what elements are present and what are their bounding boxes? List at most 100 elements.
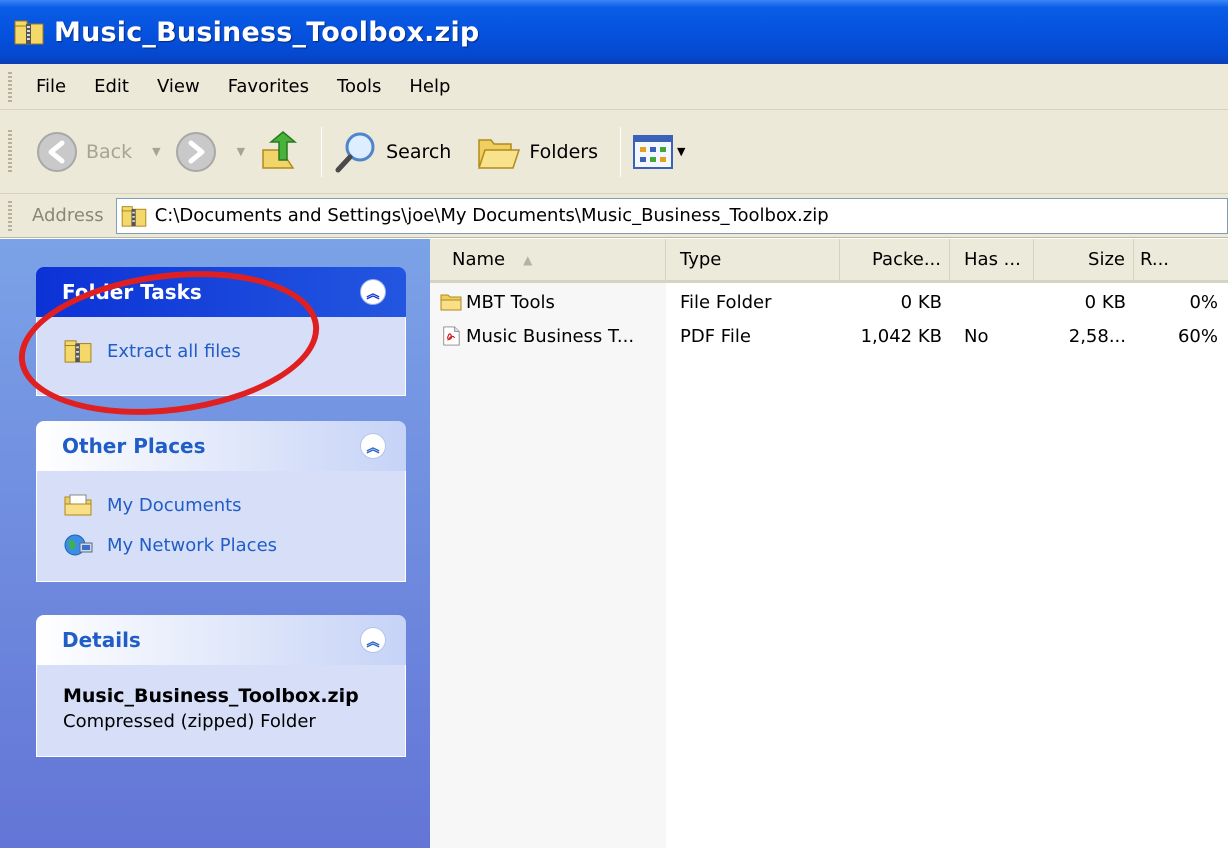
collapse-chevron-icon[interactable]: ︽ — [360, 627, 386, 653]
address-label: Address — [32, 205, 104, 226]
file-packed-cell: 0 KB — [900, 291, 942, 313]
up-folder-icon — [262, 130, 298, 169]
toolbar-separator — [321, 126, 323, 177]
my-documents-label: My Documents — [107, 494, 242, 516]
window-title: Music_Business_Toolbox.zip — [54, 16, 480, 48]
column-header-ratio[interactable]: R... — [1134, 239, 1228, 280]
details-title: Details — [62, 628, 141, 652]
views-button[interactable]: ▼ — [632, 134, 699, 169]
collapse-chevron-icon[interactable]: ︽ — [360, 279, 386, 305]
column-size-label: Size — [1088, 249, 1125, 270]
folders-label: Folders — [529, 140, 598, 163]
details-header[interactable]: Details ︽ — [36, 615, 406, 665]
forward-button[interactable] — [175, 131, 217, 173]
my-network-places-label: My Network Places — [107, 534, 278, 556]
my-documents-link[interactable]: My Documents — [63, 485, 405, 525]
file-row[interactable]: Music Business T... PDF File 1,042 KB No… — [430, 321, 1228, 351]
column-has-label: Has ... — [964, 249, 1021, 270]
task-pane: Folder Tasks ︽ Extract all files Other P… — [0, 239, 430, 848]
extract-all-files-link[interactable]: Extract all files — [63, 331, 405, 371]
column-header-row: Name ▲ Type Packe... Has ... Size R... — [430, 239, 1228, 283]
folder-tasks-title: Folder Tasks — [62, 280, 202, 304]
address-path: C:\Documents and Settings\joe\My Documen… — [154, 205, 829, 226]
file-type-cell: PDF File — [680, 325, 751, 347]
column-packed-label: Packe... — [872, 249, 941, 270]
file-ratio-cell: 60% — [1177, 325, 1218, 347]
my-documents-icon — [64, 494, 92, 516]
file-ratio-cell: 0% — [1189, 291, 1218, 313]
name-column-background — [430, 283, 666, 848]
title-bar[interactable]: Music_Business_Toolbox.zip — [0, 0, 1228, 64]
file-size-cell: 2,58... — [1068, 325, 1126, 347]
details-file-name: Music_Business_Toolbox.zip — [63, 685, 359, 707]
file-name: Music Business T... — [466, 325, 635, 347]
folder-icon — [440, 294, 462, 311]
column-header-packed[interactable]: Packe... — [840, 239, 950, 280]
menu-view[interactable]: View — [157, 76, 200, 97]
toolbar-grip[interactable] — [8, 130, 12, 174]
menu-help[interactable]: Help — [409, 76, 450, 97]
column-type-label: Type — [680, 249, 722, 270]
menu-file[interactable]: File — [36, 76, 66, 97]
file-name-cell: MBT Tools — [430, 287, 666, 317]
details-body: Music_Business_Toolbox.zip Compressed (z… — [36, 665, 406, 757]
other-places-body: My Documents My Network Places — [36, 471, 406, 582]
toolbar-separator — [619, 126, 621, 177]
column-ratio-label: R... — [1140, 249, 1170, 270]
extract-all-files-label: Extract all files — [107, 340, 241, 362]
toolbar: Back ▼ ▼ Search Folders ▼ — [0, 110, 1228, 194]
menu-tools[interactable]: Tools — [337, 76, 381, 97]
file-has-cell: No — [964, 325, 989, 347]
column-header-has[interactable]: Has ... — [950, 239, 1034, 280]
collapse-chevron-icon[interactable]: ︽ — [360, 433, 386, 459]
menu-bar: File Edit View Favorites Tools Help — [0, 64, 1228, 110]
file-row[interactable]: MBT Tools File Folder 0 KB 0 KB 0% — [430, 287, 1228, 317]
other-places-panel: Other Places ︽ My Documents My Network P… — [36, 421, 406, 582]
other-places-title: Other Places — [62, 434, 206, 458]
details-panel: Details ︽ Music_Business_Toolbox.zip Com… — [36, 615, 406, 757]
views-dropdown-arrow[interactable]: ▼ — [677, 145, 685, 158]
forward-arrow-icon — [175, 131, 216, 172]
back-arrow-icon — [37, 131, 77, 172]
file-list: Name ▲ Type Packe... Has ... Size R... M… — [430, 239, 1228, 848]
address-bar-grip[interactable] — [8, 201, 12, 231]
file-has-cell — [950, 287, 1034, 317]
zip-folder-icon — [14, 20, 44, 45]
file-size-cell: 0 KB — [1084, 291, 1126, 313]
file-name-cell: Music Business T... — [430, 321, 666, 351]
pdf-file-icon — [443, 326, 460, 346]
up-folder-button[interactable] — [259, 130, 299, 174]
folders-icon — [478, 138, 521, 169]
folders-button[interactable]: Folders — [475, 132, 598, 172]
forward-dropdown-arrow[interactable]: ▼ — [237, 145, 245, 158]
folder-tasks-header[interactable]: Folder Tasks ︽ — [36, 267, 406, 317]
menu-favorites[interactable]: Favorites — [228, 76, 309, 97]
views-grid-icon — [632, 134, 673, 169]
zip-folder-icon — [64, 340, 92, 363]
back-button[interactable]: Back — [36, 131, 132, 173]
column-header-size[interactable]: Size — [1034, 239, 1134, 280]
file-type-cell: File Folder — [680, 291, 772, 313]
address-bar: Address C:\Documents and Settings\joe\My… — [0, 194, 1228, 238]
search-icon — [335, 132, 375, 172]
file-name: MBT Tools — [466, 291, 555, 313]
back-label: Back — [86, 140, 133, 163]
sort-ascending-icon: ▲ — [523, 252, 533, 267]
search-label: Search — [386, 140, 452, 163]
file-packed-cell: 1,042 KB — [860, 325, 942, 347]
folder-tasks-body: Extract all files — [36, 317, 406, 396]
back-dropdown-arrow[interactable]: ▼ — [152, 145, 160, 158]
menu-bar-grip[interactable] — [8, 72, 12, 102]
column-name-label: Name — [452, 249, 506, 270]
my-network-places-link[interactable]: My Network Places — [63, 525, 405, 565]
zip-folder-icon — [121, 205, 146, 227]
column-header-type[interactable]: Type — [666, 239, 840, 280]
column-header-name[interactable]: Name ▲ — [430, 239, 666, 280]
other-places-header[interactable]: Other Places ︽ — [36, 421, 406, 471]
address-input[interactable]: C:\Documents and Settings\joe\My Documen… — [115, 197, 1228, 234]
folder-tasks-panel: Folder Tasks ︽ Extract all files — [36, 267, 406, 396]
network-places-icon — [64, 534, 93, 556]
search-button[interactable]: Search — [334, 130, 451, 174]
menu-edit[interactable]: Edit — [94, 76, 129, 97]
details-file-type: Compressed (zipped) Folder — [63, 711, 316, 732]
